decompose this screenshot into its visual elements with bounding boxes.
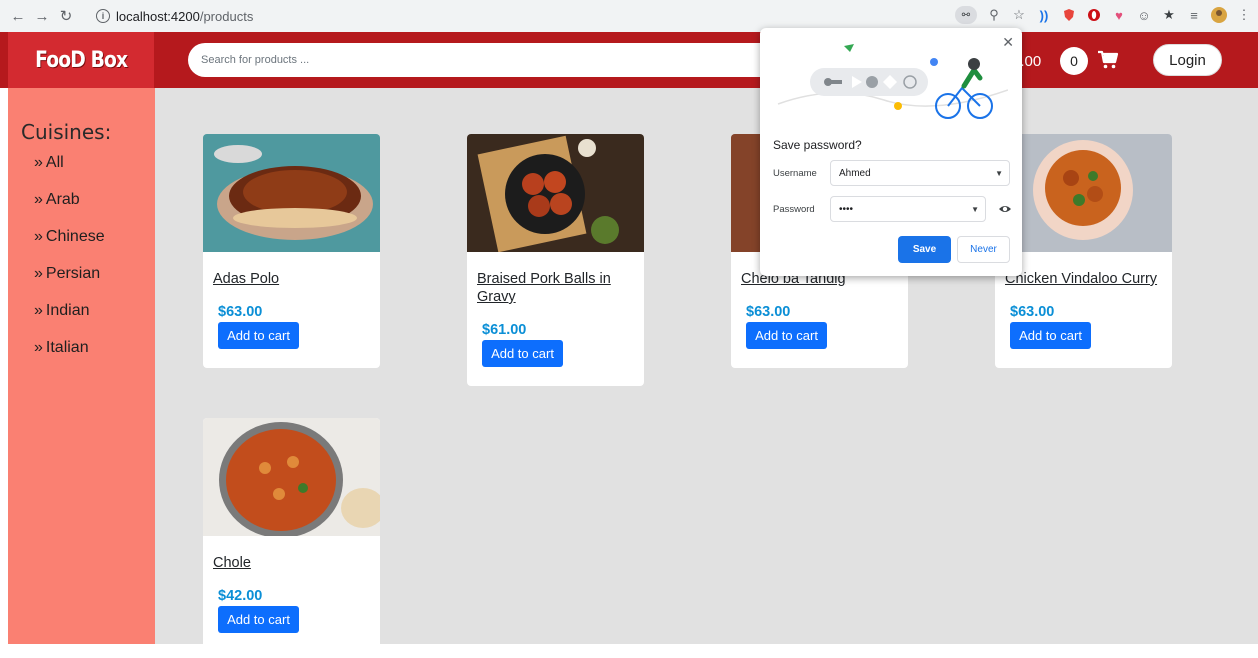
product-title[interactable]: Adas Polo <box>213 270 370 288</box>
brand-text: FooD Box <box>34 47 128 73</box>
browser-toolbar: ← → ↻ i localhost:4200/products ⚯ ⚲ ☆ ))… <box>0 0 1258 32</box>
product-image[interactable] <box>203 418 380 536</box>
url-host: localhost:4200 <box>116 8 200 24</box>
url-path: /products <box>199 8 254 24</box>
zoom-icon[interactable]: ⚲ <box>986 7 1002 23</box>
sidebar-item-italian[interactable]: » Italian <box>34 339 105 376</box>
save-password-dialog: ✕ Save password? Username Ahmed ▼ Passwo… <box>760 28 1022 276</box>
username-field[interactable]: Ahmed ▼ <box>830 160 1010 186</box>
product-grid: Adas Polo $63.00 Add to cart Braised Por… <box>155 88 1258 658</box>
cart-icon[interactable] <box>1097 49 1119 71</box>
sidebar-item-label: Indian <box>45 302 90 319</box>
heart-extension-icon[interactable]: ♥ <box>1111 7 1127 23</box>
add-to-cart-button[interactable]: Add to cart <box>746 322 827 349</box>
product-price: $61.00 <box>482 322 527 338</box>
sidebar-item-label: Arab <box>45 191 80 208</box>
star-icon[interactable]: ☆ <box>1011 7 1027 23</box>
chevron-down-icon[interactable]: ▼ <box>995 169 1003 178</box>
sidebar-item-chinese[interactable]: » Chinese <box>34 228 105 265</box>
password-field[interactable]: •••• ▼ <box>830 196 986 222</box>
never-button[interactable]: Never <box>957 236 1010 263</box>
add-to-cart-button[interactable]: Add to cart <box>1010 322 1091 349</box>
brand-logo[interactable]: FooD Box <box>8 32 154 88</box>
search-input[interactable] <box>188 43 778 77</box>
password-value: •••• <box>839 203 854 215</box>
product-card: Adas Polo $63.00 Add to cart <box>203 134 380 368</box>
key-icon[interactable]: ⚯ <box>955 6 977 24</box>
chevron-icon: » <box>34 191 43 208</box>
login-button[interactable]: Login <box>1153 44 1222 76</box>
save-button[interactable]: Save <box>898 236 951 263</box>
eye-icon[interactable] <box>998 202 1012 216</box>
chevron-icon: » <box>34 265 43 282</box>
product-title[interactable]: Chole <box>213 554 370 572</box>
product-card: Chole $42.00 Add to cart <box>203 418 380 658</box>
cart-count-badge: 0 <box>1060 47 1088 75</box>
product-price: $63.00 <box>746 304 791 320</box>
add-to-cart-button[interactable]: Add to cart <box>482 340 563 367</box>
add-to-cart-button[interactable]: Add to cart <box>218 606 299 633</box>
puzzle-icon[interactable]: ★ <box>1161 7 1177 23</box>
product-price: $63.00 <box>218 304 263 320</box>
info-icon[interactable]: i <box>96 9 110 23</box>
password-illustration <box>777 44 1008 119</box>
avatar[interactable] <box>1211 7 1227 23</box>
chevron-down-icon[interactable]: ▼ <box>971 205 979 214</box>
sidebar-item-label: Italian <box>45 339 89 356</box>
product-price: $63.00 <box>1010 304 1055 320</box>
sidebar-item-arab[interactable]: » Arab <box>34 191 105 228</box>
playlist-icon[interactable]: ≡ <box>1186 7 1202 23</box>
sidebar-item-label: Persian <box>45 265 101 282</box>
add-to-cart-button[interactable]: Add to cart <box>218 322 299 349</box>
product-image[interactable] <box>467 134 644 252</box>
chevron-icon: » <box>34 228 43 245</box>
chevron-icon: » <box>34 302 43 319</box>
forward-icon[interactable]: → <box>32 6 52 26</box>
product-image[interactable] <box>203 134 380 252</box>
sidebar-item-label: Chinese <box>45 228 105 245</box>
sidebar-item-indian[interactable]: » Indian <box>34 302 105 339</box>
opera-extension-icon[interactable] <box>1086 7 1102 23</box>
password-label: Password <box>773 204 815 215</box>
app-header: FooD Box 0.00 0 Login <box>0 32 1258 88</box>
back-icon[interactable]: ← <box>8 6 28 26</box>
username-label: Username <box>773 168 817 179</box>
chevron-icon: » <box>34 339 43 356</box>
chevron-icon: » <box>34 154 43 171</box>
product-title[interactable]: Chicken Vindaloo Curry <box>1005 270 1162 288</box>
sidebar-title: Cuisines: <box>21 120 112 144</box>
smiley-extension-icon[interactable]: ☺ <box>1136 7 1152 23</box>
reload-icon[interactable]: ↻ <box>56 6 76 26</box>
cuisine-list: » All » Arab » Chinese » Persian » Indian » It… <box>34 154 105 376</box>
username-value: Ahmed <box>839 167 871 179</box>
browser-extensions: ⚯ ⚲ ☆ )) ♥ ☺ ★ ≡ ⋮ <box>955 6 1252 24</box>
shield-extension-icon[interactable] <box>1061 7 1077 23</box>
cuisine-sidebar: Cuisines: » All » Arab » Chinese » Persian »… <box>8 88 155 644</box>
dialog-title: Save password? <box>773 138 862 152</box>
sidebar-item-label: All <box>45 154 64 171</box>
menu-icon[interactable]: ⋮ <box>1236 7 1252 23</box>
product-card: Braised Pork Balls in Gravy $61.00 Add t… <box>467 134 644 386</box>
product-title[interactable]: Braised Pork Balls in Gravy <box>477 270 634 306</box>
audio-extension-icon[interactable]: )) <box>1036 7 1052 23</box>
sidebar-item-persian[interactable]: » Persian <box>34 265 105 302</box>
sidebar-item-all[interactable]: » All <box>34 154 105 191</box>
product-price: $42.00 <box>218 588 263 604</box>
